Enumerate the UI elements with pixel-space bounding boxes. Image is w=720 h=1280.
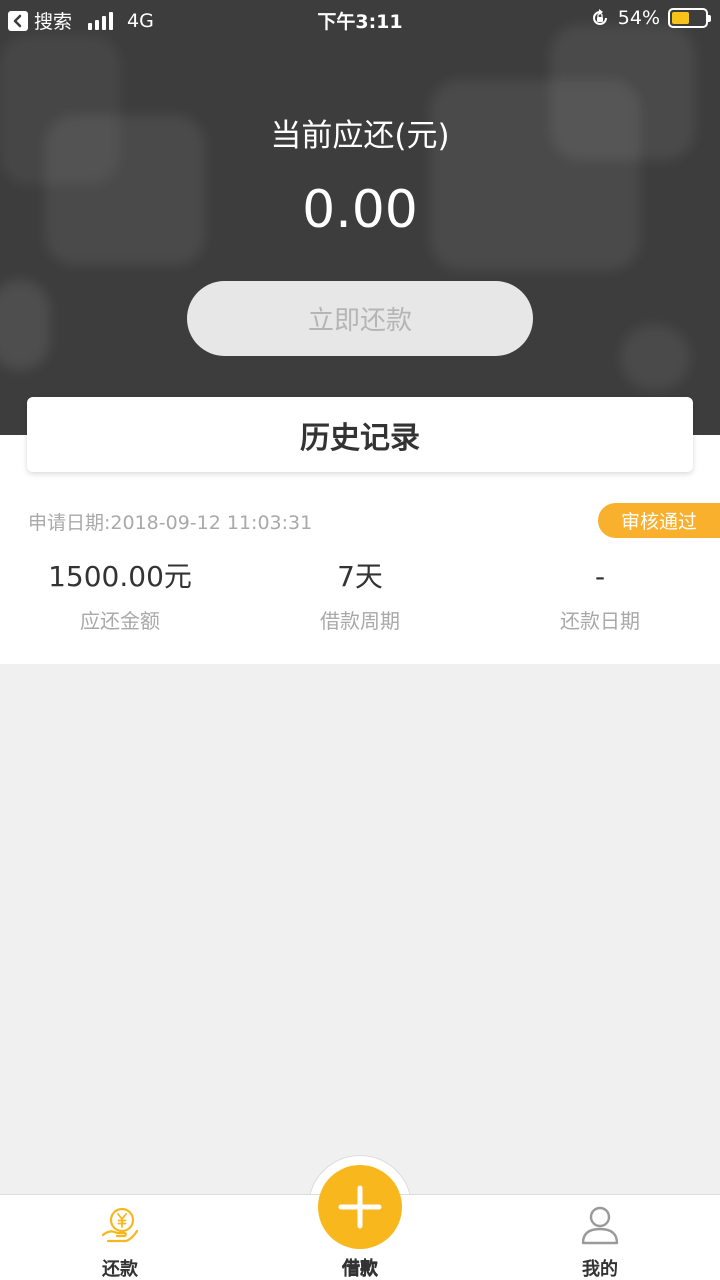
loan-period-column: 7天 借款周期 — [240, 555, 480, 634]
tab-repay-label: 还款 — [102, 1259, 138, 1280]
yen-hand-icon — [101, 1207, 139, 1243]
tab-borrow-label-overlay: 借款 — [342, 1258, 378, 1279]
bg-decoration — [620, 325, 690, 390]
plus-icon — [338, 1185, 382, 1229]
loan-period-value: 7天 — [337, 560, 383, 593]
user-icon — [581, 1206, 619, 1245]
borrow-fab-button[interactable] — [318, 1165, 402, 1249]
bg-decoration — [0, 280, 50, 370]
apply-date: 申请日期:2018-09-12 11:03:31 — [28, 512, 313, 534]
due-amount-value: 1500.00元 — [48, 560, 192, 593]
tab-repay[interactable]: 还款 — [0, 1195, 240, 1280]
rotation-lock-icon — [592, 9, 607, 25]
history-title: 历史记录 — [300, 420, 420, 456]
status-bar: 搜索 4G 下午3:11 54% — [0, 0, 720, 40]
status-badge: 审核通过 — [598, 503, 720, 538]
loan-period-label: 借款周期 — [320, 609, 400, 633]
history-title-card: 历史记录 — [27, 397, 693, 472]
tab-mine-label: 我的 — [582, 1259, 618, 1280]
current-due-title: 当前应还(元) — [270, 118, 450, 154]
hero-header: 搜索 4G 下午3:11 54% 当前应还(元) 0.00 立即还款 — [0, 0, 720, 435]
current-due-amount: 0.00 — [302, 180, 418, 240]
repay-date-value: - — [594, 560, 606, 593]
repay-date-label: 还款日期 — [560, 609, 640, 633]
status-right: 54% — [590, 7, 711, 29]
due-amount-label: 应还金额 — [80, 609, 160, 633]
battery-level — [672, 12, 690, 24]
record-columns: 1500.00元 应还金额 7天 借款周期 - 还款日期 — [0, 555, 720, 634]
repay-date-column: - 还款日期 — [480, 555, 720, 634]
repay-now-button[interactable]: 立即还款 — [187, 281, 533, 356]
due-amount-column: 1500.00元 应还金额 — [0, 555, 240, 634]
tab-mine[interactable]: 我的 — [480, 1195, 720, 1280]
battery-icon — [668, 8, 711, 28]
battery-percent: 54% — [617, 7, 660, 29]
